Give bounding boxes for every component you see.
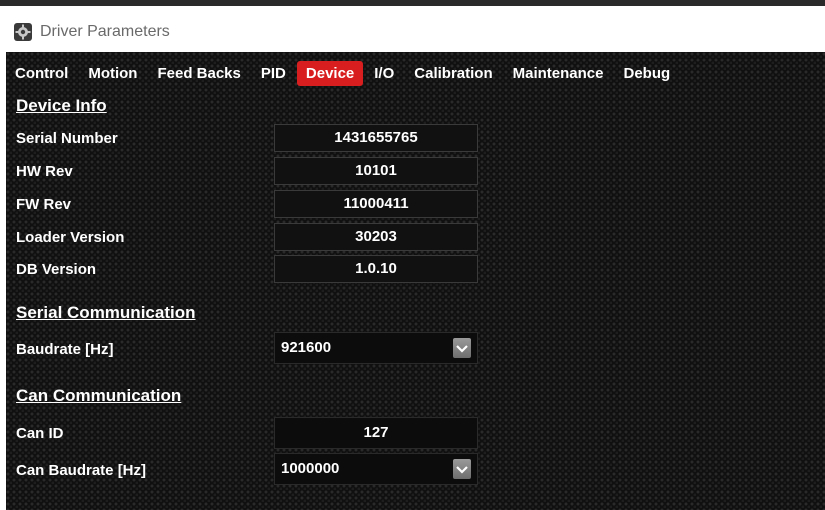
fw-rev-value: 11000411	[274, 190, 478, 218]
chevron-down-icon[interactable]	[453, 338, 471, 358]
serial-communication-heading: Serial Communication	[16, 303, 196, 322]
loader-version-value: 30203	[274, 223, 478, 251]
serial-number-value: 1431655765	[274, 124, 478, 152]
loader-version-label: Loader Version	[16, 229, 125, 246]
app-gear-icon	[14, 23, 32, 41]
db-version-label: DB Version	[16, 261, 97, 278]
hw-rev-value: 10101	[274, 157, 478, 185]
title-bar: Driver Parameters	[0, 0, 825, 52]
tab-pid[interactable]: PID	[252, 61, 295, 86]
can-baudrate-selected-value: 1000000	[281, 460, 340, 477]
chevron-down-icon[interactable]	[453, 459, 471, 479]
baudrate-label: Baudrate [Hz]	[16, 341, 114, 358]
window-title: Driver Parameters	[40, 23, 170, 40]
baudrate-select[interactable]: 921600	[274, 332, 478, 364]
device-info-heading: Device Info	[16, 96, 107, 115]
tab-control[interactable]: Control	[6, 61, 77, 86]
can-baudrate-label: Can Baudrate [Hz]	[16, 462, 147, 479]
db-version-value: 1.0.10	[274, 255, 478, 283]
tab-maintenance[interactable]: Maintenance	[504, 61, 613, 86]
tab-debug[interactable]: Debug	[614, 61, 679, 86]
tab-feed-backs[interactable]: Feed Backs	[148, 61, 249, 86]
tab-bar: Control Motion Feed Backs PID Device I/O…	[6, 58, 681, 88]
tab-io[interactable]: I/O	[365, 61, 403, 86]
can-communication-heading: Can Communication	[16, 386, 182, 405]
serial-number-label: Serial Number	[16, 130, 118, 147]
can-id-label: Can ID	[16, 425, 64, 442]
tab-motion[interactable]: Motion	[79, 61, 146, 86]
tab-calibration[interactable]: Calibration	[405, 61, 501, 86]
driver-parameters-window: Driver Parameters Control Motion Feed Ba…	[0, 0, 825, 510]
baudrate-selected-value: 921600	[281, 339, 332, 356]
can-baudrate-select[interactable]: 1000000	[274, 453, 478, 485]
hw-rev-label: HW Rev	[16, 163, 73, 180]
can-id-input[interactable]: 127	[274, 417, 478, 449]
device-panel: Control Motion Feed Backs PID Device I/O…	[6, 52, 825, 510]
fw-rev-label: FW Rev	[16, 196, 72, 213]
tab-device[interactable]: Device	[296, 60, 364, 86]
